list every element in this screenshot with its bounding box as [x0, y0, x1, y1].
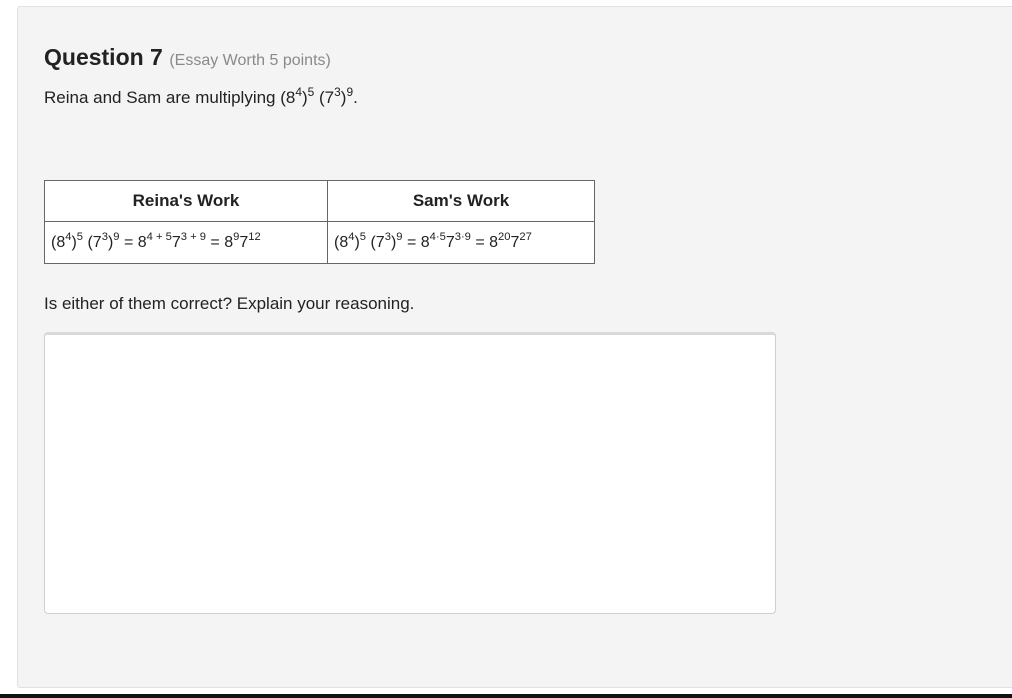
page: Question 7 (Essay Worth 5 points) Reina …	[0, 0, 1012, 698]
prompt-expression: (84)5 (73)9.	[280, 84, 358, 107]
expr-exponent: 27	[519, 230, 532, 243]
expr-exponent: 5	[307, 84, 315, 99]
sam-work-cell: (84)5 (73)9 = 84·573·9 = 820727	[327, 221, 595, 264]
expr-exponent: 4·5	[429, 230, 446, 243]
expr-part: 7	[239, 233, 249, 251]
expr-part: = 8	[402, 233, 430, 251]
expr-part: = 8	[470, 233, 499, 251]
expr-exponent: 9	[233, 230, 240, 243]
expr-part: )	[302, 88, 308, 107]
expr-exponent: 9	[346, 84, 354, 99]
expr-exponent: 9	[113, 230, 120, 243]
reina-work-cell: (84)5 (73)9 = 84 + 573 + 9 = 89712	[44, 221, 328, 264]
question-title: Question 7	[44, 44, 163, 70]
work-comparison-table: Reina's Work Sam's Work (84)5 (73)9 = 84…	[44, 180, 595, 264]
expr-exponent: 3·9	[454, 230, 471, 243]
table-header-row: Reina's Work Sam's Work	[44, 180, 595, 222]
expr-exponent: 4	[65, 230, 72, 243]
expr-exponent: 4	[348, 230, 355, 243]
expr-part: (8	[51, 233, 66, 251]
followup-question: Is either of them correct? Explain your …	[44, 294, 415, 313]
prompt-text: Reina and Sam are multiplying	[44, 88, 276, 107]
expr-part: = 8	[119, 233, 147, 251]
expr-exponent: 20	[498, 230, 511, 243]
expr-part: .	[353, 88, 358, 107]
expr-part: 7	[171, 233, 181, 251]
expr-exponent: 9	[396, 230, 403, 243]
expr-exponent: 4	[295, 84, 302, 99]
expr-part: (7	[366, 233, 385, 251]
header-reinas-work: Reina's Work	[44, 180, 328, 222]
essay-answer-input[interactable]	[44, 332, 776, 614]
expr-exponent: 3	[101, 230, 108, 243]
expr-exponent: 3	[384, 230, 391, 243]
expr-exponent: 3	[334, 84, 341, 99]
expr-part: )	[354, 233, 360, 251]
expr-part: )	[71, 233, 77, 251]
question-points: (Essay Worth 5 points)	[169, 52, 331, 69]
expr-part: (8	[280, 88, 296, 107]
expr-exponent: 3 + 9	[180, 230, 206, 243]
table-row: (84)5 (73)9 = 84 + 573 + 9 = 89712 (84)5…	[44, 221, 595, 264]
expr-part: (7	[314, 88, 335, 107]
question-header: Question 7 (Essay Worth 5 points)	[44, 44, 331, 71]
bottom-edge-bar	[0, 694, 1012, 698]
expr-part: (7	[83, 233, 102, 251]
expr-exponent: 5	[359, 230, 367, 243]
expr-part: 7	[445, 233, 455, 251]
question-prompt: Reina and Sam are multiplying (84)5 (73)…	[44, 84, 358, 108]
expr-part: = 8	[205, 233, 234, 251]
expr-exponent: 12	[248, 230, 261, 243]
expr-exponent: 5	[76, 230, 84, 243]
expr-part: (8	[334, 233, 349, 251]
header-sams-work: Sam's Work	[327, 180, 595, 222]
expr-exponent: 4 + 5	[146, 230, 172, 243]
